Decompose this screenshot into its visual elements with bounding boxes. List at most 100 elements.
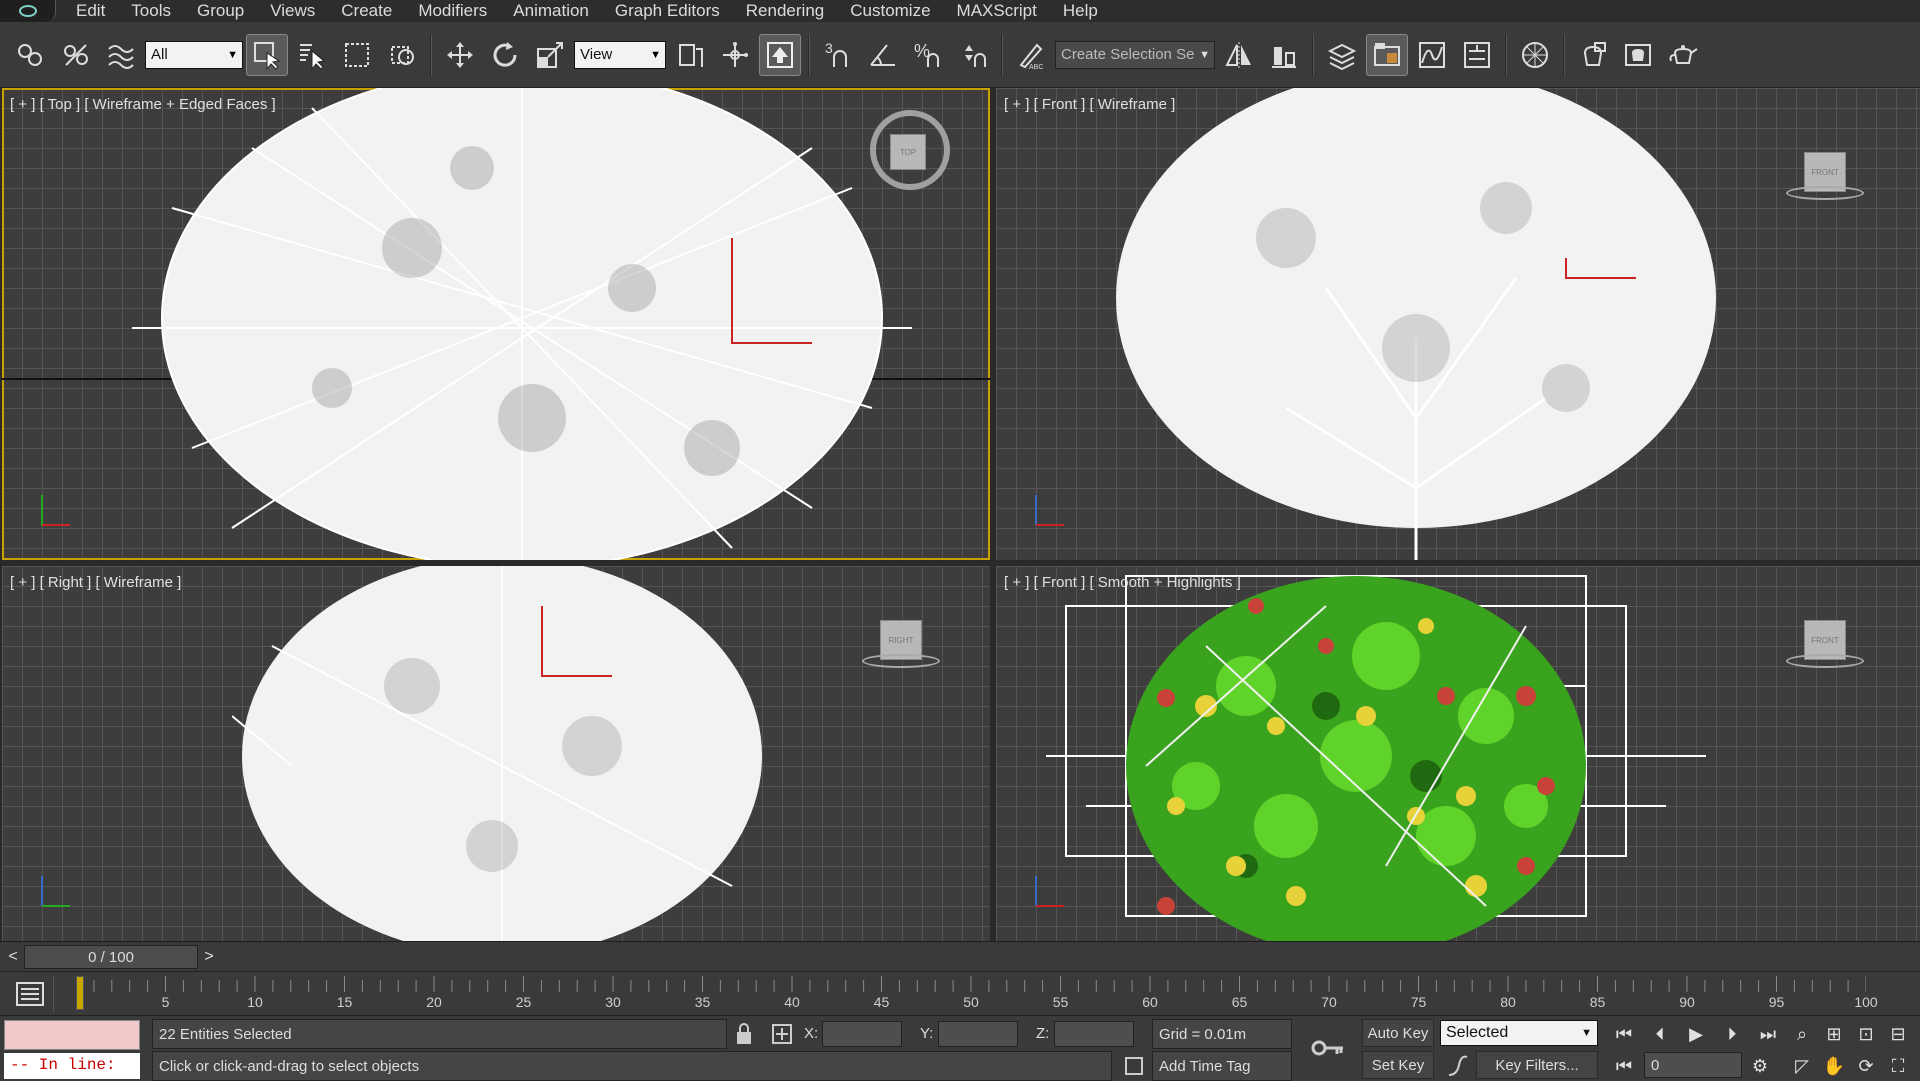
go-to-end-button[interactable]: ⏭ xyxy=(1754,1020,1782,1048)
timeline-tick-label: 5 xyxy=(161,994,170,1010)
viewport-label[interactable]: [ + ] [ Front ] [ Wireframe ] xyxy=(1004,96,1175,113)
select-and-link-button[interactable] xyxy=(10,34,52,76)
orbit-button[interactable]: ⟳ xyxy=(1852,1052,1880,1080)
rendered-frame-window-button[interactable] xyxy=(1617,34,1659,76)
default-in-out-tangent-button[interactable] xyxy=(1310,1034,1346,1062)
viewcube-face[interactable]: TOP xyxy=(890,134,926,170)
auto-key-button[interactable]: Auto Key xyxy=(1362,1019,1434,1047)
selection-lock-toggle[interactable] xyxy=(730,1020,758,1048)
angle-snap-button[interactable] xyxy=(862,34,904,76)
viewport-label[interactable]: [ + ] [ Right ] [ Wireframe ] xyxy=(10,574,181,591)
zoom-extents-all-button[interactable]: ⊟ xyxy=(1884,1020,1912,1048)
align-button[interactable] xyxy=(1263,34,1305,76)
time-slider[interactable]: 0 / 100 xyxy=(24,945,198,969)
reference-coord-dropdown[interactable]: View ▼ xyxy=(574,40,666,69)
current-frame-input[interactable]: 0 xyxy=(1644,1052,1742,1078)
key-mode-toggle[interactable]: ⏮ xyxy=(1610,1052,1638,1080)
maxscript-listener-box[interactable] xyxy=(4,1020,140,1050)
menu-create[interactable]: Create xyxy=(328,0,405,22)
key-filters-button[interactable]: Key Filters... xyxy=(1476,1051,1598,1079)
select-by-name-button[interactable] xyxy=(291,34,333,76)
zoom-extents-button[interactable]: ⊡ xyxy=(1852,1020,1880,1048)
current-time-marker[interactable] xyxy=(76,976,84,1010)
next-frame-button[interactable]: > xyxy=(200,946,218,968)
snaps-toggle-button[interactable]: 3 xyxy=(817,34,859,76)
menu-group[interactable]: Group xyxy=(184,0,257,22)
percent-snap-button[interactable]: % xyxy=(907,34,949,76)
window-crossing-button[interactable] xyxy=(381,34,423,76)
play-button[interactable]: ▶ xyxy=(1682,1020,1710,1048)
pan-view-button[interactable]: ✋ xyxy=(1820,1052,1848,1080)
unlink-selection-button[interactable] xyxy=(55,34,97,76)
next-frame-button[interactable]: ⏵ xyxy=(1718,1020,1746,1048)
use-pivot-center-button[interactable] xyxy=(669,34,711,76)
viewport-front-shaded[interactable]: [ + ] [ Front ] [ Smooth + Highlights ] xyxy=(996,566,1920,941)
x-coord-input[interactable] xyxy=(822,1021,902,1047)
prev-frame-button[interactable]: < xyxy=(4,946,22,968)
viewcube[interactable]: FRONT xyxy=(1786,148,1864,208)
keyboard-shortcut-override-button[interactable] xyxy=(759,33,801,76)
viewport-label[interactable]: [ + ] [ Front ] [ Smooth + Highlights ] xyxy=(1004,574,1241,591)
render-production-button[interactable] xyxy=(1662,34,1704,76)
rectangular-selection-button[interactable] xyxy=(336,34,378,76)
previous-frame-button[interactable]: ⏴ xyxy=(1646,1020,1674,1048)
spinner-snap-button[interactable] xyxy=(952,34,994,76)
render-setup-button[interactable] xyxy=(1572,34,1614,76)
app-logo-button[interactable] xyxy=(0,0,56,22)
viewport-right[interactable]: [ + ] [ Right ] [ Wireframe ] RIGHT xyxy=(2,566,990,941)
named-selection-set-dropdown[interactable]: Create Selection Se ▼ xyxy=(1055,40,1215,69)
maxscript-mini-listener[interactable]: -- In line: xyxy=(4,1053,140,1079)
menu-animation[interactable]: Animation xyxy=(500,0,602,22)
z-coord-input[interactable] xyxy=(1054,1021,1134,1047)
mini-curve-editor-button[interactable] xyxy=(6,976,54,1012)
track-bar[interactable]: 5 10 15 20 25 30 35 40 45 50 55 60 65 70 75 80 85 90 95 100 xyxy=(0,971,1920,1015)
schematic-view-button[interactable] xyxy=(1456,34,1498,76)
key-tangent-button[interactable] xyxy=(1444,1052,1472,1080)
viewcube[interactable]: FRONT xyxy=(1786,616,1864,676)
key-mode-dropdown[interactable]: Selected ▼ xyxy=(1440,1020,1598,1046)
time-configuration-button[interactable]: ⚙ xyxy=(1746,1052,1774,1080)
absolute-mode-toggle[interactable] xyxy=(768,1020,796,1048)
add-time-tag-button[interactable]: Add Time Tag xyxy=(1152,1051,1292,1081)
menu-customize[interactable]: Customize xyxy=(837,0,943,22)
zoom-all-button[interactable]: ⊞ xyxy=(1820,1020,1848,1048)
menu-rendering[interactable]: Rendering xyxy=(733,0,837,22)
mirror-button[interactable] xyxy=(1218,34,1260,76)
menu-modifiers[interactable]: Modifiers xyxy=(405,0,500,22)
curve-editor-button[interactable] xyxy=(1411,34,1453,76)
shortcut-override-icon xyxy=(767,41,793,68)
menu-maxscript[interactable]: MAXScript xyxy=(944,0,1050,22)
select-and-scale-button[interactable] xyxy=(529,34,571,76)
go-to-start-button[interactable]: ⏮ xyxy=(1610,1020,1638,1048)
viewport-front[interactable]: [ + ] [ Front ] [ Wireframe ] FRONT xyxy=(996,88,1920,560)
viewcube[interactable]: RIGHT xyxy=(862,616,940,676)
zoom-button[interactable]: ⌕ xyxy=(1788,1020,1816,1048)
select-object-button[interactable] xyxy=(246,33,288,76)
maximize-viewport-button[interactable]: ⛶ xyxy=(1884,1052,1912,1080)
edit-named-selection-button[interactable]: ABC xyxy=(1010,34,1052,76)
select-and-move-button[interactable] xyxy=(439,34,481,76)
viewcube-ring xyxy=(1786,654,1864,668)
angle-snap-icon xyxy=(870,43,895,66)
selection-filter-dropdown[interactable]: All ▼ xyxy=(145,40,243,69)
set-key-button[interactable]: Set Key xyxy=(1362,1051,1434,1079)
menu-tools[interactable]: Tools xyxy=(118,0,184,22)
select-and-rotate-button[interactable] xyxy=(484,34,526,76)
menu-views[interactable]: Views xyxy=(257,0,328,22)
viewport-label[interactable]: [ + ] [ Top ] [ Wireframe + Edged Faces … xyxy=(10,96,276,113)
viewport-top[interactable]: [ + ] [ Top ] [ Wireframe + Edged Faces … xyxy=(2,88,990,560)
go-to-end-icon: ⏭ xyxy=(1759,1023,1777,1044)
select-and-manipulate-button[interactable] xyxy=(714,34,756,76)
menu-edit[interactable]: Edit xyxy=(56,0,118,22)
field-of-view-button[interactable]: ◸ xyxy=(1788,1052,1816,1080)
y-coord-input[interactable] xyxy=(938,1021,1018,1047)
bind-to-space-warp-button[interactable] xyxy=(100,34,142,76)
scene-explorer-button[interactable] xyxy=(1366,33,1408,76)
time-tag-icon-button[interactable] xyxy=(1120,1052,1148,1080)
viewcube[interactable]: TOP xyxy=(862,110,950,190)
layer-manager-button[interactable] xyxy=(1321,34,1363,76)
menu-graph-editors[interactable]: Graph Editors xyxy=(602,0,733,22)
toolbar-separator xyxy=(1001,33,1003,76)
material-editor-button[interactable] xyxy=(1514,34,1556,76)
menu-help[interactable]: Help xyxy=(1050,0,1111,22)
